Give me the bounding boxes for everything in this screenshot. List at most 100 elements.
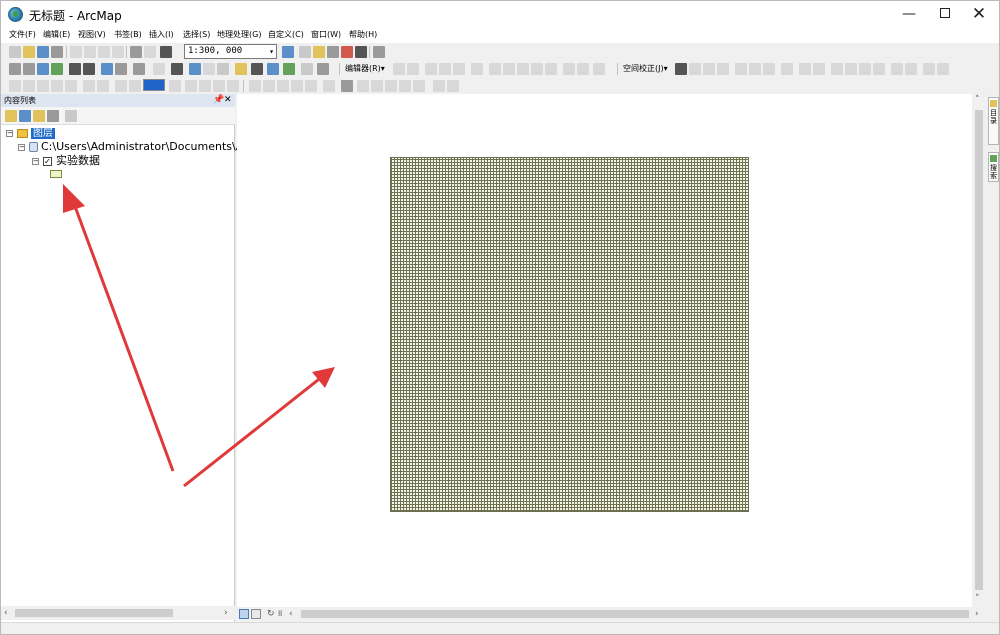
redo-icon[interactable] <box>144 46 156 58</box>
data-view-icon[interactable] <box>239 609 249 619</box>
rotate-icon[interactable] <box>545 63 557 75</box>
open-folder-icon[interactable] <box>23 46 35 58</box>
draw-line-icon[interactable] <box>249 80 261 92</box>
fishnet-grid-layer[interactable] <box>390 157 749 512</box>
draw-point-icon[interactable] <box>305 80 317 92</box>
edge-match-icon[interactable] <box>813 63 825 75</box>
binoculars-icon[interactable] <box>251 63 263 75</box>
draw-curve-icon[interactable] <box>277 80 289 92</box>
fill-color-swatch[interactable] <box>143 79 165 91</box>
point-icon[interactable] <box>471 63 483 75</box>
draw-ellipse-icon[interactable] <box>357 80 369 92</box>
straight-segment-icon[interactable] <box>425 63 437 75</box>
draw-polygon-icon[interactable] <box>323 80 335 92</box>
draw-circle-icon[interactable] <box>341 80 353 92</box>
copy-icon[interactable] <box>84 46 96 58</box>
layout-pan-icon[interactable] <box>51 80 63 92</box>
list-by-visibility-icon[interactable] <box>33 110 45 122</box>
undo-icon[interactable] <box>130 46 142 58</box>
html-popup-icon[interactable] <box>203 63 215 75</box>
select-features-icon[interactable] <box>133 63 145 75</box>
menu-bookmarks[interactable]: 书签(B) <box>114 29 142 41</box>
adjustment-preview-icon[interactable] <box>831 63 843 75</box>
cut-icon[interactable] <box>70 46 82 58</box>
model-builder-icon[interactable] <box>373 46 385 58</box>
layer-symbol-patch[interactable] <box>50 170 62 178</box>
zoom-in-icon[interactable] <box>9 63 21 75</box>
menu-customize[interactable]: 自定义(C) <box>268 29 304 41</box>
layout-forward-icon[interactable] <box>129 80 141 92</box>
topology-icon[interactable] <box>905 63 917 75</box>
modify-link-icon[interactable] <box>703 63 715 75</box>
menu-edit[interactable]: 编辑(E) <box>43 29 70 41</box>
create-features-icon[interactable] <box>593 63 605 75</box>
layout-fixed-zoom-in-icon[interactable] <box>83 80 95 92</box>
map-vertical-scrollbar[interactable]: ˄ ˅ <box>972 94 986 607</box>
list-by-selection-icon[interactable] <box>47 110 59 122</box>
find-icon[interactable] <box>235 63 247 75</box>
outline-color-icon[interactable] <box>227 80 239 92</box>
forward-icon[interactable] <box>115 63 127 75</box>
back-icon[interactable] <box>101 63 113 75</box>
attribute-transfer-icon[interactable] <box>799 63 811 75</box>
distribute-icon[interactable] <box>447 80 459 92</box>
advanced-edit-icon[interactable] <box>937 63 949 75</box>
scroll-down-icon[interactable]: ˅ <box>975 592 980 606</box>
reshape-icon[interactable] <box>503 63 515 75</box>
new-document-icon[interactable] <box>9 46 21 58</box>
menu-file[interactable]: 文件(F) <box>9 29 36 41</box>
minimize-button[interactable]: — <box>893 1 925 28</box>
zoom-whole-page-icon[interactable] <box>9 80 21 92</box>
toc-horizontal-scrollbar[interactable]: ‹ › <box>1 606 235 620</box>
menu-geoprocessing[interactable]: 地理处理(G) <box>217 29 261 41</box>
layout-fixed-zoom-out-icon[interactable] <box>97 80 109 92</box>
font-color-icon[interactable] <box>213 80 225 92</box>
select-elements-icon[interactable] <box>675 63 687 75</box>
layout-back-icon[interactable] <box>115 80 127 92</box>
save-icon[interactable] <box>37 46 49 58</box>
edit-vertices-icon[interactable] <box>489 63 501 75</box>
attributes-icon[interactable] <box>563 63 575 75</box>
trace-icon[interactable] <box>453 63 465 75</box>
zoom-out-icon[interactable] <box>23 63 35 75</box>
search-tab[interactable]: 搜索 <box>988 152 999 182</box>
toc-options-icon[interactable] <box>65 110 77 122</box>
arctoolbox-icon[interactable] <box>341 46 353 58</box>
editor-toolbar-icon[interactable] <box>282 46 294 58</box>
editor-menu[interactable]: 编辑器(R)▾ <box>345 63 385 75</box>
scrollbar-thumb[interactable] <box>975 110 983 590</box>
pin-icon[interactable]: 📌 <box>213 94 224 107</box>
view-link-table-icon[interactable] <box>781 63 793 75</box>
align-icon[interactable] <box>433 80 445 92</box>
list-by-drawing-order-icon[interactable] <box>5 110 17 122</box>
layer-name[interactable]: 实验数据 <box>56 154 100 167</box>
menu-help[interactable]: 帮助(H) <box>349 29 377 41</box>
group-icon[interactable] <box>371 80 383 92</box>
list-by-source-icon[interactable] <box>19 110 31 122</box>
layer-visibility-checkbox[interactable]: ✓ <box>43 156 52 166</box>
table-window-icon[interactable] <box>299 46 311 58</box>
ungroup-icon[interactable] <box>385 80 397 92</box>
layout-view-icon[interactable] <box>251 609 261 619</box>
scroll-up-icon[interactable]: ˄ <box>975 93 980 107</box>
multiple-link-icon[interactable] <box>717 63 729 75</box>
new-displacement-link-icon[interactable] <box>689 63 701 75</box>
menu-selection[interactable]: 选择(S) <box>183 29 210 41</box>
collapse-toggle[interactable]: − <box>32 157 39 165</box>
zoom-100-percent-icon[interactable] <box>65 80 77 92</box>
search-window-icon[interactable] <box>327 46 339 58</box>
print-icon[interactable] <box>51 46 63 58</box>
menu-windows[interactable]: 窗口(W) <box>311 29 341 41</box>
collapse-toggle[interactable]: − <box>18 143 25 151</box>
add-data-icon[interactable] <box>160 46 172 58</box>
rubbersheet-icon[interactable] <box>859 63 871 75</box>
sketch-properties-icon[interactable] <box>577 63 589 75</box>
measure-distance-icon[interactable] <box>845 63 857 75</box>
cut-polygons-icon[interactable] <box>517 63 529 75</box>
new-text-icon[interactable] <box>199 80 211 92</box>
map-display[interactable] <box>237 94 972 607</box>
maximize-button[interactable] <box>929 1 961 28</box>
go-to-xy-icon[interactable] <box>283 63 295 75</box>
paste-icon[interactable] <box>98 46 110 58</box>
scroll-right-icon[interactable]: › <box>975 607 979 621</box>
